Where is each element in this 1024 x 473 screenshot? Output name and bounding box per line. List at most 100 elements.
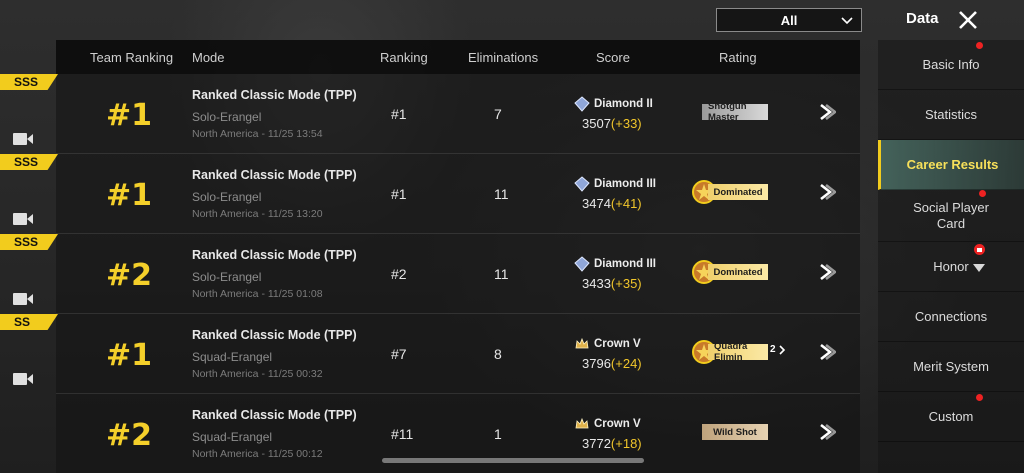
team-rank: #1: [106, 98, 153, 133]
sidebar-item-statistics[interactable]: Statistics: [878, 90, 1024, 140]
table-row[interactable]: SSS #1 Ranked Classic Mode (TPP) Solo-Er…: [0, 74, 860, 154]
sidebar-item-merit-system[interactable]: Merit System: [878, 342, 1024, 392]
sidebar-item-basic-info[interactable]: Basic Info: [878, 40, 1024, 90]
ranking-value: #2: [391, 266, 407, 282]
score: 3772(+18): [582, 436, 642, 451]
rating-badge: Dominated: [708, 184, 768, 200]
video-camera-icon[interactable]: [12, 371, 34, 387]
tier: Crown V: [574, 416, 641, 432]
match-time: North America - 11/25 00:12: [192, 448, 323, 458]
diamond-tier-icon: [574, 256, 590, 272]
sidebar-item-career-results[interactable]: Career Results: [878, 140, 1024, 197]
eliminations-value: 8: [494, 346, 502, 362]
sidebar-item-label: Custom: [928, 408, 974, 424]
gift-icon: [974, 244, 985, 255]
sidebar-item-label: Career Results: [906, 156, 999, 172]
close-icon[interactable]: [956, 8, 980, 32]
team-rank: #1: [106, 338, 153, 373]
map-label: Solo-Erangel: [192, 190, 262, 204]
mode-label: Ranked Classic Mode (TPP): [192, 248, 357, 262]
tier-label: Diamond II: [594, 98, 653, 110]
video-camera-icon[interactable]: [12, 131, 34, 147]
tier-label: Crown V: [594, 418, 641, 430]
score-value: 3772: [582, 436, 611, 451]
map-label: Squad-Erangel: [192, 350, 273, 364]
sidebar-item-social-player-card[interactable]: Social Player Card: [878, 190, 1024, 242]
column-header-ranking: Ranking: [380, 50, 428, 65]
score-value: 3433: [582, 276, 611, 291]
mode-label: Ranked Classic Mode (TPP): [192, 408, 357, 422]
rating-badge: Wild Shot: [702, 424, 768, 440]
score: 3507(+33): [582, 116, 642, 131]
ranking-value: #11: [391, 426, 414, 442]
season-filter-dropdown[interactable]: All: [716, 8, 862, 32]
chevron-right-icon[interactable]: [818, 342, 836, 362]
video-camera-icon[interactable]: [12, 211, 34, 227]
sidebar-item-honor[interactable]: Honor: [878, 242, 1024, 292]
team-rank: #2: [106, 418, 153, 453]
eliminations-value: 11: [494, 186, 509, 202]
ranking-value: #1: [391, 186, 407, 202]
column-header-rating: Rating: [719, 50, 757, 65]
sidebar-item-label: Statistics: [924, 106, 977, 122]
rating-badge: Dominated: [708, 264, 768, 280]
ranking-value: #1: [391, 106, 407, 122]
page-title: Data: [906, 10, 939, 27]
column-header-score: Score: [596, 50, 630, 65]
filter-value: All: [780, 12, 798, 28]
sidebar-item-label: Basic Info: [922, 56, 980, 72]
map-label: Solo-Erangel: [192, 270, 262, 284]
column-header-mode: Mode: [192, 50, 225, 65]
diamond-tier-icon: [574, 96, 590, 112]
chevron-right-icon[interactable]: [818, 182, 836, 202]
mode-label: Ranked Classic Mode (TPP): [192, 88, 357, 102]
top-bar: All Data: [0, 0, 1024, 40]
map-label: Solo-Erangel: [192, 110, 262, 124]
score-delta: (+24): [610, 356, 642, 371]
tier: Crown V: [574, 336, 641, 352]
video-camera-icon[interactable]: [12, 291, 34, 307]
table-row[interactable]: SSS #2 Ranked Classic Mode (TPP) Solo-Er…: [0, 234, 860, 314]
tier-label: Diamond III: [594, 258, 656, 270]
team-rank: #1: [106, 178, 153, 213]
team-rank: #2: [106, 258, 153, 293]
eliminations-value: 7: [494, 106, 502, 122]
chevron-down-icon: [841, 17, 853, 25]
ranking-value: #7: [391, 346, 407, 362]
tier: Diamond III: [574, 176, 656, 192]
match-time: North America - 11/25 13:20: [192, 208, 323, 220]
table-header: Team Ranking Mode Ranking Eliminations S…: [56, 40, 860, 74]
triangle-down-icon: [973, 264, 985, 272]
sidebar: Basic Info Statistics Career Results Soc…: [878, 40, 1024, 473]
map-label: Squad-Erangel: [192, 430, 273, 444]
career-results-table: Team Ranking Mode Ranking Eliminations S…: [0, 40, 860, 473]
score-value: 3507: [582, 116, 611, 131]
sidebar-item-label: Social Player Card: [913, 199, 989, 231]
chevron-right-icon[interactable]: [818, 102, 836, 122]
score-delta: (+33): [610, 116, 642, 131]
mode-label: Ranked Classic Mode (TPP): [192, 328, 357, 342]
chevron-right-icon[interactable]: [818, 262, 836, 282]
column-header-eliminations: Eliminations: [468, 50, 539, 65]
column-header-team-ranking: Team Ranking: [90, 50, 174, 65]
score-delta: (+41): [610, 196, 642, 211]
notification-dot: [976, 394, 983, 401]
rating-badge: Shotgun Master: [702, 101, 768, 123]
sidebar-item-label: Connections: [914, 308, 988, 324]
rating-count-badge[interactable]: 2: [770, 344, 786, 355]
crown-tier-icon: [575, 417, 589, 429]
crown-tier-icon: [575, 337, 589, 349]
horizontal-scrollbar[interactable]: [382, 458, 644, 463]
sidebar-item-custom[interactable]: Custom: [878, 392, 1024, 442]
score-delta: (+35): [610, 276, 642, 291]
sidebar-item-label: Honor: [933, 258, 969, 274]
score: 3433(+35): [582, 276, 642, 291]
mode-label: Ranked Classic Mode (TPP): [192, 168, 357, 182]
rating-count: 2: [770, 344, 776, 355]
notification-dot: [976, 42, 983, 49]
sidebar-item-connections[interactable]: Connections: [878, 292, 1024, 342]
table-row[interactable]: SSS #1 Ranked Classic Mode (TPP) Solo-Er…: [0, 154, 860, 234]
chevron-right-icon[interactable]: [818, 422, 836, 442]
table-row[interactable]: SS #1 Ranked Classic Mode (TPP) Squad-Er…: [0, 314, 860, 394]
eliminations-value: 11: [494, 266, 509, 282]
